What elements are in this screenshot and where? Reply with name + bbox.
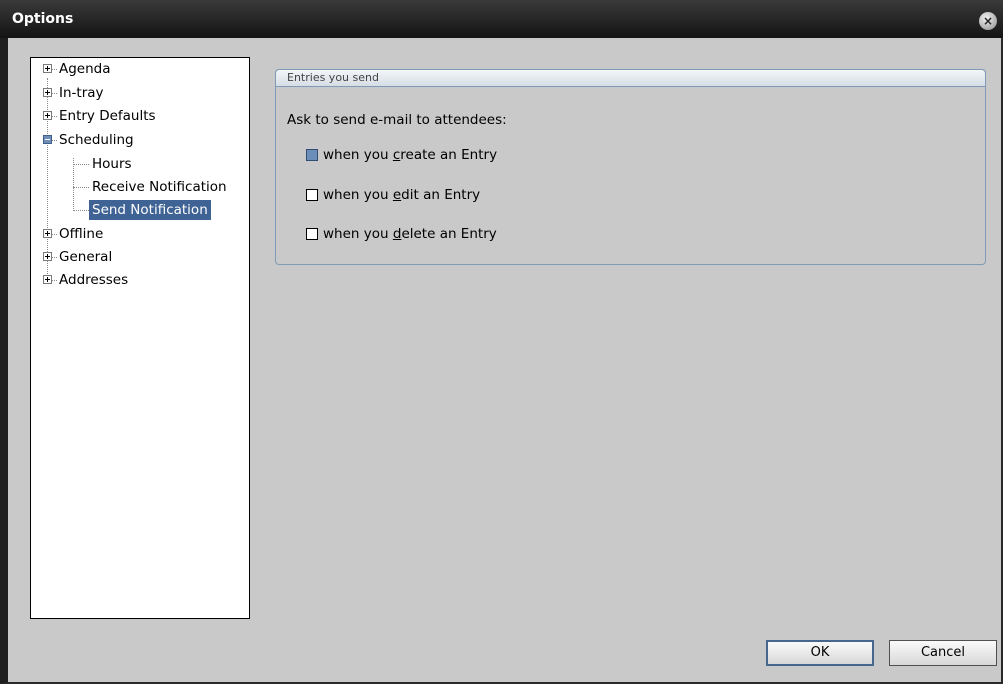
group-title: Entries you send — [287, 71, 379, 84]
option-label-pre: when you — [323, 226, 393, 242]
option-label-pre: when you — [323, 187, 393, 203]
expand-plus-icon[interactable] — [43, 229, 52, 238]
tree-item-receive-notification[interactable]: Receive Notification — [31, 177, 247, 197]
tree-item-label: General — [59, 249, 113, 265]
tree-item-label: Hours — [92, 156, 132, 172]
entries-you-send-group: Entries you send Ask to send e-mail to a… — [275, 69, 986, 265]
collapse-minus-icon[interactable] — [43, 135, 52, 144]
tree-item-label: Addresses — [59, 272, 129, 288]
tree-item-scheduling[interactable]: Scheduling — [31, 130, 241, 150]
option-label-pre: when you — [323, 147, 393, 163]
tree-item-in-tray[interactable]: In-tray — [31, 83, 241, 103]
close-icon[interactable]: × — [979, 12, 997, 30]
tree-item-label: Scheduling — [59, 132, 134, 148]
title-bar: Options × — [0, 0, 1003, 38]
tree-item-label: In-tray — [59, 85, 104, 101]
tree-item-hours[interactable]: Hours — [31, 154, 241, 174]
expand-plus-icon[interactable] — [43, 111, 52, 120]
expand-plus-icon[interactable] — [43, 88, 52, 97]
ask-email-label: Ask to send e-mail to attendees: — [287, 112, 507, 128]
checkbox-delete-entry[interactable]: when you delete an Entry — [306, 224, 497, 244]
checkbox-unchecked-icon[interactable] — [306, 228, 318, 240]
cancel-button[interactable]: Cancel — [889, 640, 997, 666]
option-label-post: reate an Entry — [400, 147, 498, 163]
tree-item-addresses[interactable]: Addresses — [31, 270, 241, 290]
window-title: Options — [12, 11, 74, 27]
tree-item-offline[interactable]: Offline — [31, 224, 241, 244]
tree-item-agenda[interactable]: Agenda — [31, 59, 241, 79]
tree-item-label: Offline — [59, 226, 104, 242]
checkbox-create-entry[interactable]: when you create an Entry — [306, 145, 497, 165]
tree-item-general[interactable]: General — [31, 247, 241, 267]
tree-item-label-selected: Send Notification — [89, 200, 211, 220]
tree-item-entry-defaults[interactable]: Entry Defaults — [31, 106, 241, 126]
ok-button[interactable]: OK — [766, 640, 874, 666]
option-label-post: dit an Entry — [401, 187, 481, 203]
tree-item-send-notification[interactable]: Send Notification — [31, 200, 241, 220]
checkbox-unchecked-icon[interactable] — [306, 189, 318, 201]
tree-item-label: Receive Notification — [92, 179, 227, 195]
option-label-post: elete an Entry — [401, 226, 497, 242]
expand-plus-icon[interactable] — [43, 275, 52, 284]
option-mnemonic: e — [392, 187, 402, 203]
checkbox-edit-entry[interactable]: when you edit an Entry — [306, 185, 480, 205]
options-dialog: Options × Agenda In-tray Entry Defaults … — [0, 0, 1003, 684]
tree-item-label: Agenda — [59, 61, 111, 77]
group-header: Entries you send — [276, 70, 985, 87]
checkbox-checked-icon[interactable] — [306, 149, 318, 161]
options-tree[interactable]: Agenda In-tray Entry Defaults Scheduling… — [30, 57, 250, 619]
expand-plus-icon[interactable] — [43, 252, 52, 261]
expand-plus-icon[interactable] — [43, 64, 52, 73]
tree-item-label: Entry Defaults — [59, 108, 156, 124]
